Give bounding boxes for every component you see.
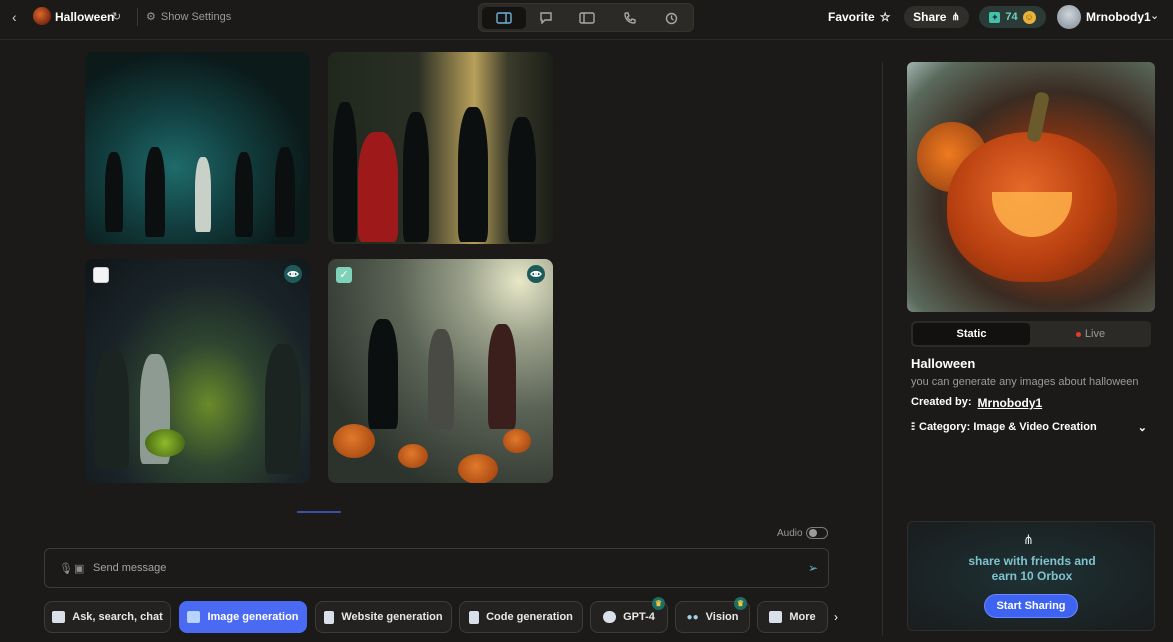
tool-label: Ask, search, chat xyxy=(72,611,163,623)
category-label: Category: Image & Video Creation xyxy=(919,421,1097,433)
generated-image[interactable] xyxy=(85,259,310,483)
tab-live[interactable]: Live xyxy=(1032,323,1149,345)
tab-static[interactable]: Static xyxy=(913,323,1030,345)
generated-image[interactable]: ✓ xyxy=(328,259,553,483)
media-type-toggle: Static Live xyxy=(911,321,1151,347)
user-name[interactable]: Mrnobody1 xyxy=(1086,10,1151,24)
chevron-left-icon[interactable]: ‹ xyxy=(12,9,28,25)
category-icon: ⫶⫶ xyxy=(911,421,915,433)
bot-description: you can generate any images about hallow… xyxy=(911,376,1139,388)
credits-badge[interactable]: + 74 ☺ xyxy=(979,6,1046,28)
eye-icon[interactable] xyxy=(284,265,302,283)
phone-icon xyxy=(624,12,636,24)
chevron-right-icon[interactable]: › xyxy=(834,610,838,624)
created-by-label: Created by: xyxy=(911,396,972,408)
tool-label: Image generation xyxy=(207,611,299,623)
history-button[interactable] xyxy=(649,7,693,29)
call-button[interactable] xyxy=(608,7,652,29)
sidebar-view-button[interactable] xyxy=(565,7,609,29)
tool-more[interactable]: More xyxy=(757,601,828,633)
generated-image[interactable] xyxy=(85,52,310,244)
credits-count: 74 xyxy=(1005,11,1018,23)
gpt-icon xyxy=(603,611,617,623)
view-mode-switch xyxy=(478,3,694,32)
share-label: Share xyxy=(913,10,947,24)
message-composer: 🎙︎ ▣ ➢ xyxy=(44,548,829,588)
tab-label: Live xyxy=(1084,328,1106,340)
created-by: Created by: Mrnobody1 xyxy=(911,396,1042,410)
user-avatar[interactable] xyxy=(1057,5,1081,29)
category-row[interactable]: ⫶⫶ Category: Image & Video Creation ⌄ xyxy=(911,421,1151,434)
audio-toggle[interactable] xyxy=(806,527,828,539)
crown-icon: ♛ xyxy=(652,597,665,610)
scroll-indicator xyxy=(297,511,341,513)
message-input[interactable] xyxy=(93,559,793,577)
panel-divider xyxy=(882,62,883,636)
mic-icon[interactable]: 🎙︎ xyxy=(59,562,73,575)
tab-label: Static xyxy=(956,328,987,340)
tool-website-generation[interactable]: Website generation xyxy=(315,601,452,633)
chat-icon xyxy=(540,12,552,24)
send-icon[interactable]: ➢ xyxy=(808,561,818,575)
sidebar-icon xyxy=(579,12,595,24)
coin-icon: ☺ xyxy=(1022,10,1036,24)
select-checkbox[interactable] xyxy=(93,267,109,283)
document-icon xyxy=(324,610,335,624)
promo-line-1: share with friends and xyxy=(968,554,1096,568)
live-dot-icon xyxy=(1075,331,1081,337)
history-icon xyxy=(665,12,677,24)
chevron-down-icon[interactable]: ⌄ xyxy=(1150,9,1159,22)
tool-label: More xyxy=(789,611,816,623)
vision-icon: ●● xyxy=(686,611,699,623)
tool-image-generation[interactable]: Image generation xyxy=(179,601,307,633)
share-icon: ⋔ xyxy=(951,11,960,23)
creator-link[interactable]: Mrnobody1 xyxy=(978,396,1043,410)
split-view-button[interactable] xyxy=(482,7,526,29)
tool-label: Website generation xyxy=(341,611,443,623)
top-bar: ‹ Halloween ↻ ⚙ Show Settings Favorite ☆… xyxy=(0,0,1173,40)
chat-bubble-icon xyxy=(52,611,66,623)
refresh-icon[interactable]: ↻ xyxy=(112,10,121,23)
share-promo-card: ⋔ share with friends and earn 10 Orbox S… xyxy=(907,521,1155,631)
divider xyxy=(137,8,138,26)
bot-cover-image xyxy=(907,62,1155,312)
share-button[interactable]: Share ⋔ xyxy=(904,6,969,28)
image-icon xyxy=(187,611,201,623)
tool-label: Code generation xyxy=(486,611,573,623)
show-settings-button[interactable]: ⚙ Show Settings xyxy=(146,10,232,24)
more-icon xyxy=(769,611,783,623)
crown-icon: ♛ xyxy=(734,597,747,610)
eye-icon[interactable] xyxy=(527,265,545,283)
share-icon: ⋔ xyxy=(1023,532,1034,547)
favorite-label: Favorite xyxy=(828,10,875,24)
promo-line-2: earn 10 Orbox xyxy=(991,569,1073,583)
star-icon: ☆ xyxy=(879,10,891,24)
image-upload-icon[interactable]: ▣ xyxy=(74,562,84,575)
promo-text: share with friends and earn 10 Orbox xyxy=(908,554,1156,584)
show-settings-label: Show Settings xyxy=(160,10,232,23)
tool-vision[interactable]: ●● Vision ♛ xyxy=(675,597,750,633)
audio-label: Audio xyxy=(777,528,803,539)
tool-label: GPT-4 xyxy=(623,611,655,623)
tool-gpt4[interactable]: GPT-4 ♛ xyxy=(590,597,668,633)
select-checkbox-checked[interactable]: ✓ xyxy=(336,267,352,283)
credit-icon: + xyxy=(989,11,1001,23)
split-view-icon xyxy=(496,12,512,24)
tool-ask-search-chat[interactable]: Ask, search, chat xyxy=(44,601,171,633)
generated-image[interactable] xyxy=(328,52,553,244)
bot-title: Halloween xyxy=(911,356,976,371)
favorite-button[interactable]: Favorite ☆ xyxy=(828,10,890,24)
bot-name: Halloween xyxy=(55,10,115,24)
code-icon xyxy=(469,610,480,624)
chevron-down-icon[interactable]: ⌄ xyxy=(1138,421,1147,434)
gear-icon: ⚙ xyxy=(146,11,156,23)
start-sharing-button[interactable]: Start Sharing xyxy=(984,594,1078,618)
chat-view-button[interactable] xyxy=(524,7,568,29)
tool-label: Vision xyxy=(705,611,739,623)
tool-code-generation[interactable]: Code generation xyxy=(459,601,583,633)
bot-avatar xyxy=(33,7,51,25)
